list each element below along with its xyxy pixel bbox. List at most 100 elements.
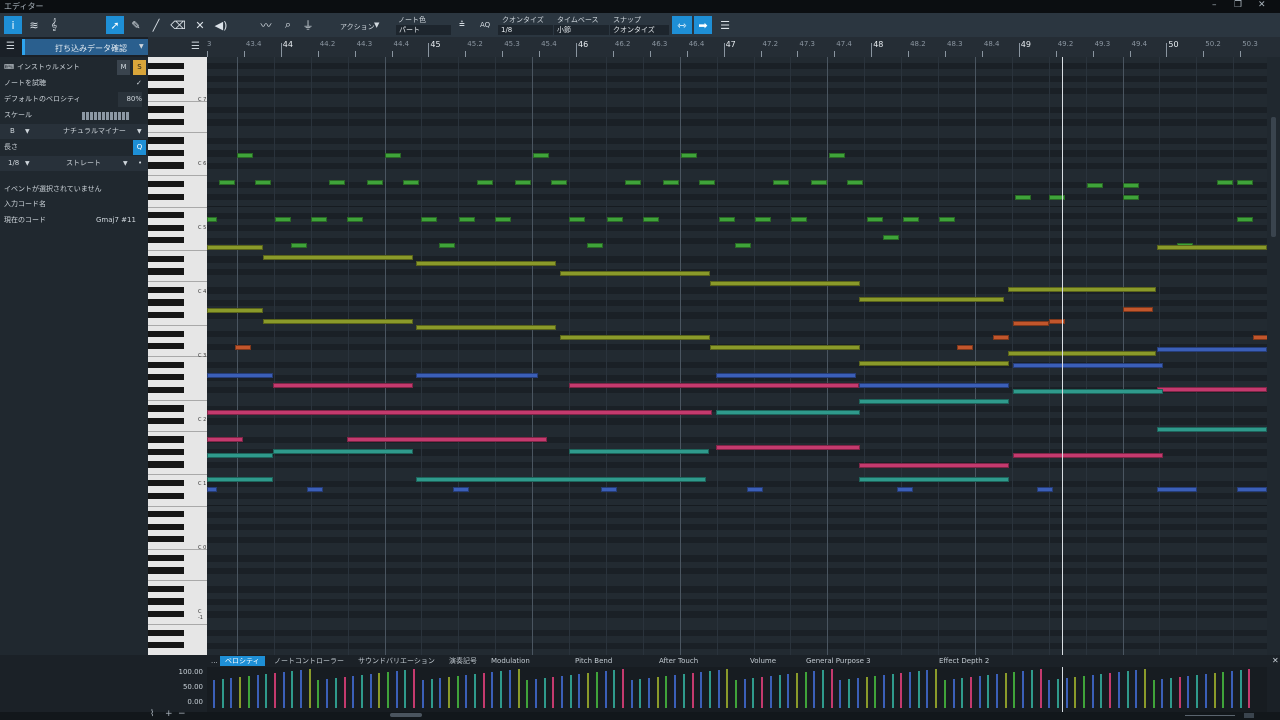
velocity-bar[interactable] — [395, 671, 398, 708]
lane-tab[interactable]: ベロシティ — [220, 656, 265, 666]
midi-note[interactable] — [207, 217, 217, 222]
midi-note[interactable] — [515, 180, 531, 185]
velocity-bar[interactable] — [674, 675, 677, 708]
scale-keyboard-icon[interactable] — [82, 112, 130, 120]
scale-root-select[interactable]: B — [10, 124, 15, 139]
velocity-bar[interactable] — [430, 679, 433, 708]
velocity-bar[interactable] — [1065, 678, 1068, 708]
midi-note[interactable] — [533, 153, 549, 158]
velocity-bar[interactable] — [1030, 670, 1033, 708]
velocity-bar[interactable] — [213, 680, 215, 708]
velocity-bar[interactable] — [874, 676, 877, 708]
scale-type-select[interactable]: ナチュラルマイナー — [63, 124, 126, 139]
velocity-bar[interactable] — [221, 679, 224, 708]
midi-note[interactable] — [569, 383, 859, 388]
velocity-bar[interactable] — [813, 671, 816, 708]
midi-note[interactable] — [735, 243, 751, 248]
velocity-bar[interactable] — [308, 669, 311, 708]
midi-note[interactable] — [291, 243, 307, 248]
lane-toggle-icon[interactable]: ☰ — [716, 16, 734, 34]
velocity-bar[interactable] — [456, 676, 459, 708]
midi-note[interactable] — [1123, 307, 1153, 312]
velocity-bar[interactable] — [1204, 674, 1207, 708]
velocity-bar[interactable] — [1048, 680, 1051, 708]
midi-note[interactable] — [569, 217, 585, 222]
midi-note[interactable] — [237, 153, 253, 158]
close-icon[interactable]: ✕ — [1272, 656, 1279, 665]
velocity-bar[interactable] — [952, 679, 955, 708]
velocity-bar[interactable] — [969, 677, 972, 708]
midi-note[interactable] — [560, 335, 710, 340]
velocity-bar[interactable] — [1109, 673, 1112, 708]
length-lock-button[interactable]: Q — [133, 140, 146, 155]
midi-note[interactable] — [1157, 427, 1267, 432]
midi-note[interactable] — [625, 180, 641, 185]
midi-note[interactable] — [607, 217, 623, 222]
info-view-button[interactable]: ⅰ — [4, 16, 22, 34]
midi-note[interactable] — [1123, 183, 1139, 188]
velocity-bar[interactable] — [708, 671, 711, 708]
velocity-bar[interactable] — [239, 677, 242, 708]
midi-note[interactable] — [311, 217, 327, 222]
midi-note[interactable] — [957, 345, 973, 350]
velocity-bar[interactable] — [465, 675, 468, 708]
velocity-bar[interactable] — [378, 673, 381, 708]
velocity-bar[interactable] — [961, 678, 964, 708]
split-tool-icon[interactable]: ⏚ — [300, 16, 316, 34]
midi-note[interactable] — [897, 487, 913, 492]
midi-note[interactable] — [263, 319, 413, 324]
velocity-bar[interactable] — [247, 676, 250, 708]
velocity-bar[interactable] — [404, 670, 407, 708]
velocity-bar[interactable] — [987, 675, 990, 708]
midi-note[interactable] — [255, 180, 271, 185]
velocity-bar[interactable] — [882, 675, 885, 708]
velocity-bar[interactable] — [273, 673, 276, 708]
midi-note[interactable] — [716, 373, 856, 378]
velocity-bar[interactable] — [1039, 669, 1042, 708]
midi-note[interactable] — [719, 217, 735, 222]
midi-note[interactable] — [495, 217, 511, 222]
velocity-bar[interactable] — [256, 675, 259, 708]
midi-note[interactable] — [207, 373, 273, 378]
midi-note[interactable] — [716, 445, 860, 450]
velocity-bar[interactable] — [534, 679, 537, 708]
velocity-bar[interactable] — [1187, 676, 1190, 708]
velocity-bar[interactable] — [1056, 679, 1059, 708]
lane-tab[interactable]: Effect Depth 2 — [934, 656, 994, 666]
action-menu[interactable]: アクション — [340, 22, 375, 32]
velocity-bar[interactable] — [1126, 671, 1129, 708]
midi-note[interactable] — [219, 180, 235, 185]
follow-button[interactable]: ➡ — [694, 16, 712, 34]
midi-note[interactable] — [1157, 347, 1267, 352]
midi-note[interactable] — [560, 271, 710, 276]
maximize-icon[interactable]: ❐ — [1234, 0, 1242, 10]
velocity-lane[interactable] — [207, 667, 1267, 712]
velocity-bar[interactable] — [630, 680, 633, 708]
midi-note[interactable] — [207, 308, 263, 313]
midi-note[interactable] — [773, 180, 789, 185]
scrollbar-thumb[interactable] — [1271, 117, 1276, 237]
velocity-bar[interactable] — [743, 679, 746, 708]
velocity-bar[interactable] — [787, 674, 790, 708]
midi-note[interactable] — [207, 453, 273, 458]
velocity-bar[interactable] — [500, 671, 503, 708]
list-icon[interactable]: ☰ — [191, 41, 200, 52]
midi-note[interactable] — [1013, 363, 1163, 368]
midi-note[interactable] — [755, 217, 771, 222]
midi-note[interactable] — [347, 217, 363, 222]
velocity-bar[interactable] — [943, 680, 946, 708]
midi-note[interactable] — [459, 217, 475, 222]
midi-note[interactable] — [883, 235, 899, 240]
velocity-bar[interactable] — [587, 673, 590, 708]
velocity-bar[interactable] — [700, 672, 703, 708]
quantize-select[interactable]: 1/8 — [498, 25, 553, 35]
midi-note[interactable] — [993, 335, 1009, 340]
velocity-bar[interactable] — [413, 669, 416, 708]
velocity-bar[interactable] — [900, 673, 903, 708]
velocity-bar[interactable] — [935, 669, 938, 708]
note-grid[interactable] — [207, 57, 1267, 655]
velocity-bar[interactable] — [621, 669, 624, 708]
velocity-bar[interactable] — [482, 673, 485, 708]
chevron-down-icon[interactable]: ▼ — [374, 21, 379, 29]
midi-note[interactable] — [421, 217, 437, 222]
